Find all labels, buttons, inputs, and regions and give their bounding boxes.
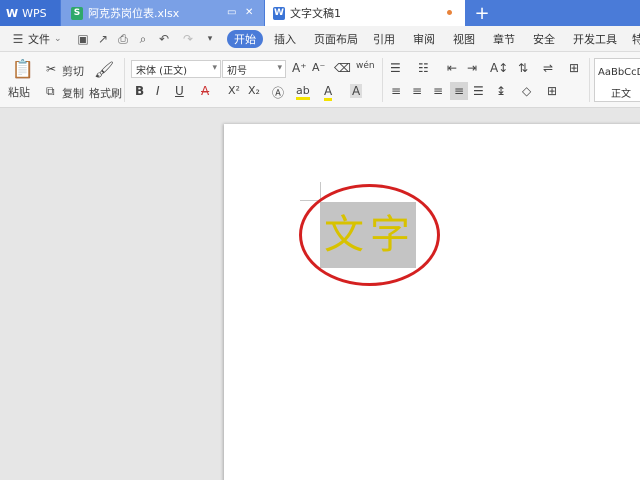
copy-icon[interactable]: ⧉: [46, 84, 55, 99]
menu-tab-start[interactable]: 开始: [227, 30, 263, 48]
tab-wps-label: WPS: [22, 6, 47, 20]
highlight-icon[interactable]: ab: [296, 84, 310, 100]
sort-icon[interactable]: ⇅: [518, 61, 528, 75]
align-left-icon[interactable]: ≡: [391, 84, 401, 98]
divider: [382, 58, 383, 102]
paragraph-spacing-icon[interactable]: ↨: [496, 84, 506, 98]
tab-spreadsheet-label: 阿克苏岗位表.xlsx: [88, 7, 180, 20]
subscript-button[interactable]: X₂: [248, 84, 260, 97]
phonetic-guide-button[interactable]: wén: [356, 61, 375, 71]
bold-button[interactable]: B: [135, 84, 144, 98]
menu-tab-view[interactable]: 视图: [453, 26, 475, 52]
italic-button[interactable]: I: [156, 84, 160, 98]
paste-button[interactable]: 粘贴: [8, 84, 30, 100]
new-tab-button[interactable]: +: [468, 0, 496, 26]
font-name-select[interactable]: 宋体 (正文) ▾: [131, 60, 221, 78]
document-canvas: 🗎▾ 文字: [0, 108, 640, 480]
distributed-icon[interactable]: ☰: [473, 84, 484, 98]
underline-button[interactable]: U: [175, 84, 184, 98]
strikethrough-button[interactable]: A: [201, 84, 209, 98]
tab-bar: W WPS S 阿克苏岗位表.xlsx ▭ ✕ W 文字文稿1 +: [0, 0, 640, 26]
format-painter-button[interactable]: 格式刷: [89, 85, 122, 101]
numbered-list-icon[interactable]: ☷: [418, 61, 429, 75]
align-right-icon[interactable]: ≡: [433, 84, 443, 98]
table-icon[interactable]: ⊞: [569, 61, 579, 75]
grow-font-icon[interactable]: A⁺: [292, 61, 307, 75]
tab-wps-home[interactable]: W WPS: [0, 0, 60, 26]
style-gallery-normal[interactable]: AaBbCcD 正文: [594, 58, 640, 102]
undo-icon[interactable]: ↶: [157, 32, 171, 46]
export-icon[interactable]: ↗: [96, 32, 110, 46]
line-spacing-icon[interactable]: ⇌: [543, 61, 553, 75]
document-page[interactable]: 文字: [224, 124, 640, 480]
menu-tab-security[interactable]: 安全: [533, 26, 555, 52]
menu-tab-chapter[interactable]: 章节: [493, 26, 515, 52]
document-icon: W: [273, 6, 285, 20]
hamburger-icon[interactable]: ☰: [11, 32, 25, 46]
font-color-icon[interactable]: A: [324, 84, 333, 101]
decrease-indent-icon[interactable]: ⇤: [447, 61, 457, 75]
redo-icon[interactable]: ↷: [181, 32, 195, 46]
menu-tab-references[interactable]: 引用: [373, 26, 395, 52]
align-center-icon[interactable]: ≡: [412, 84, 422, 98]
print-preview-icon[interactable]: ⌕: [136, 32, 150, 46]
print-icon[interactable]: ⎙: [116, 32, 130, 46]
border-icon[interactable]: ⊞: [547, 84, 557, 98]
customize-icon[interactable]: ▾: [203, 32, 217, 46]
menu-tab-review[interactable]: 审阅: [413, 26, 435, 52]
font-size-value: 初号: [227, 65, 247, 77]
chevron-down-icon: ▾: [277, 63, 282, 73]
divider: [124, 58, 125, 102]
chevron-down-icon: ▾: [212, 63, 217, 73]
menu-tab-developer[interactable]: 开发工具: [573, 26, 617, 52]
menu-tab-layout[interactable]: 页面布局: [314, 26, 358, 52]
increase-indent-icon[interactable]: ⇥: [467, 61, 477, 75]
shrink-font-icon[interactable]: A⁻: [312, 61, 325, 74]
font-name-value: 宋体 (正文): [136, 65, 187, 77]
save-icon[interactable]: ▣: [76, 32, 90, 46]
menu-file[interactable]: 文件: [28, 26, 50, 52]
menu-bar: ☰ 文件 ⌄ ▣ ↗ ⎙ ⌕ ↶ ↷ ▾ 开始 插入 页面布局 引用 审阅 视图…: [0, 26, 640, 52]
superscript-button[interactable]: X²: [228, 84, 240, 97]
close-icon[interactable]: ✕: [245, 7, 253, 18]
ribbon-toolbar: 📋 粘贴 ✂ 剪切 ⧉ 复制 🖌 格式刷 宋体 (正文) ▾ 初号 ▾ A⁺ A…: [0, 52, 640, 108]
text-effect-icon[interactable]: Ⓐ: [272, 84, 284, 101]
menu-tab-special[interactable]: 特: [632, 26, 640, 52]
shading-icon[interactable]: ◇: [522, 84, 531, 98]
char-shading-button[interactable]: A: [350, 84, 363, 98]
annotation-circle: [299, 184, 440, 286]
tab-document-label: 文字文稿1: [290, 7, 341, 20]
clear-format-icon[interactable]: ⌫: [334, 61, 351, 75]
tab-spreadsheet[interactable]: S 阿克苏岗位表.xlsx ▭ ✕: [61, 0, 264, 26]
align-justify-icon[interactable]: ≡: [450, 82, 468, 100]
style-name-label: 正文: [611, 89, 631, 100]
tab-document[interactable]: W 文字文稿1: [265, 0, 465, 26]
paste-icon[interactable]: 📋: [12, 58, 34, 80]
spreadsheet-icon: S: [71, 6, 83, 20]
wps-logo-icon: W: [6, 6, 19, 20]
scissors-icon[interactable]: ✂: [46, 62, 56, 76]
copy-button[interactable]: 复制: [62, 85, 84, 101]
unsaved-dot-icon: [447, 10, 452, 15]
divider: [589, 58, 590, 102]
font-size-select[interactable]: 初号 ▾: [222, 60, 286, 78]
menu-tab-insert[interactable]: 插入: [274, 26, 296, 52]
brush-icon[interactable]: 🖌: [94, 60, 114, 79]
cut-button[interactable]: 剪切: [62, 63, 84, 79]
chevron-down-icon[interactable]: ⌄: [54, 26, 62, 52]
pin-icon[interactable]: ▭: [227, 7, 236, 18]
style-preview-text: AaBbCcD: [598, 67, 640, 78]
bullet-list-icon[interactable]: ☰: [390, 61, 401, 75]
text-direction-icon[interactable]: A↕: [490, 61, 508, 75]
